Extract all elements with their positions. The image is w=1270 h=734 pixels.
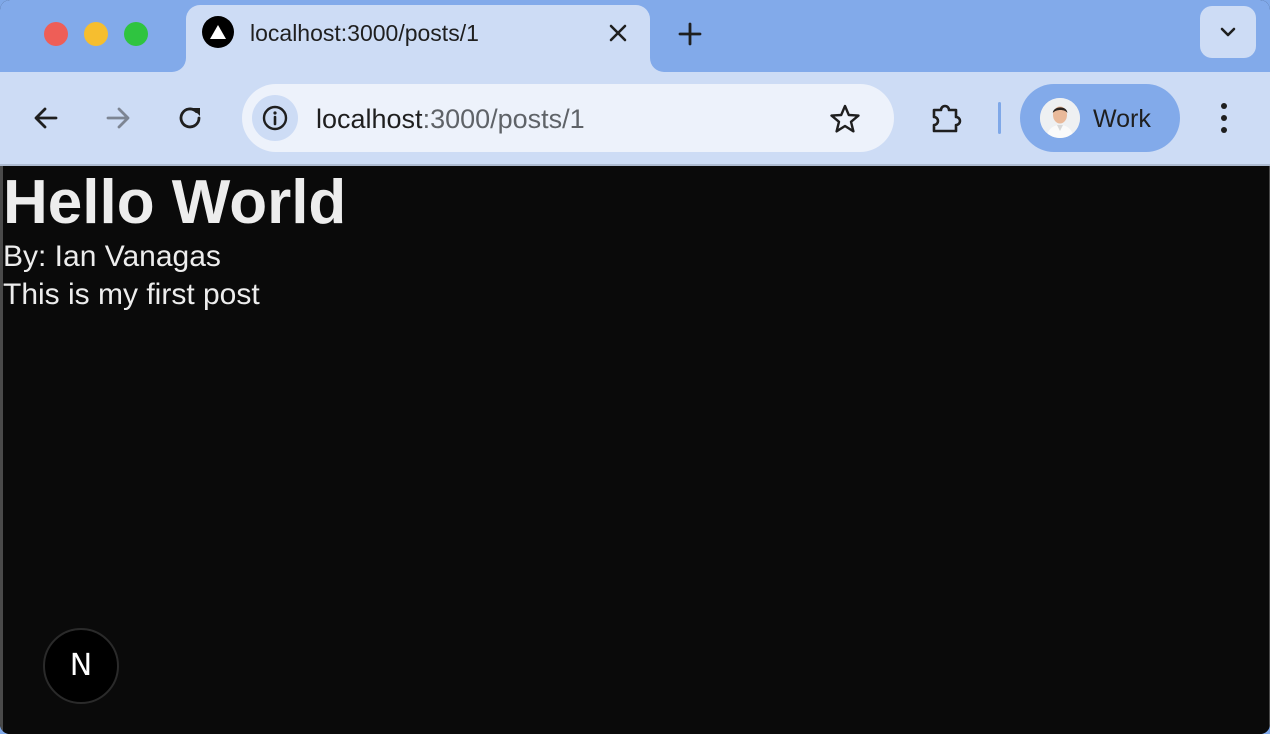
tab-title: localhost:3000/posts/1	[250, 20, 479, 46]
toolbar-divider	[998, 102, 1001, 134]
browser-toolbar: localhost:3000/posts/1 Work	[0, 72, 1270, 166]
avatar	[1040, 98, 1080, 138]
post-title: Hello World	[3, 168, 347, 237]
reload-icon[interactable]	[172, 100, 208, 136]
close-icon[interactable]	[604, 19, 632, 47]
nextjs-dev-badge[interactable]: N	[43, 628, 119, 704]
address-bar[interactable]: localhost:3000/posts/1	[242, 84, 894, 152]
minimize-window-button[interactable]	[84, 22, 108, 46]
tab-active[interactable]: localhost:3000/posts/1	[186, 5, 650, 72]
post-body: This is my first post	[3, 278, 260, 311]
browser-window: localhost:3000/posts/1 localhost:3000/po…	[0, 0, 1270, 734]
profile-label: Work	[1093, 105, 1151, 133]
chevron-down-icon	[1220, 27, 1236, 37]
plus-icon[interactable]	[674, 18, 706, 50]
info-icon[interactable]	[252, 95, 298, 141]
back-arrow-icon[interactable]	[28, 100, 64, 136]
post-author: By: Ian Vanagas	[3, 240, 221, 273]
puzzle-icon[interactable]	[926, 98, 966, 138]
vercel-triangle-icon	[202, 16, 234, 48]
star-icon[interactable]	[828, 102, 862, 136]
forward-arrow-icon[interactable]	[100, 100, 136, 136]
url-path: :3000/posts/1	[422, 104, 585, 134]
page-content: Hello World By: Ian Vanagas This is my f…	[0, 166, 1270, 734]
url-host: localhost	[316, 104, 423, 134]
nextjs-logo-icon: N	[69, 648, 93, 683]
maximize-window-button[interactable]	[124, 22, 148, 46]
close-window-button[interactable]	[44, 22, 68, 46]
tab-strip: localhost:3000/posts/1	[0, 0, 1270, 72]
url-text[interactable]: localhost:3000/posts/1	[316, 104, 585, 135]
profile-button[interactable]: Work	[1020, 84, 1180, 152]
kebab-menu-icon[interactable]	[1206, 98, 1242, 138]
tab-search-button[interactable]	[1200, 6, 1256, 58]
